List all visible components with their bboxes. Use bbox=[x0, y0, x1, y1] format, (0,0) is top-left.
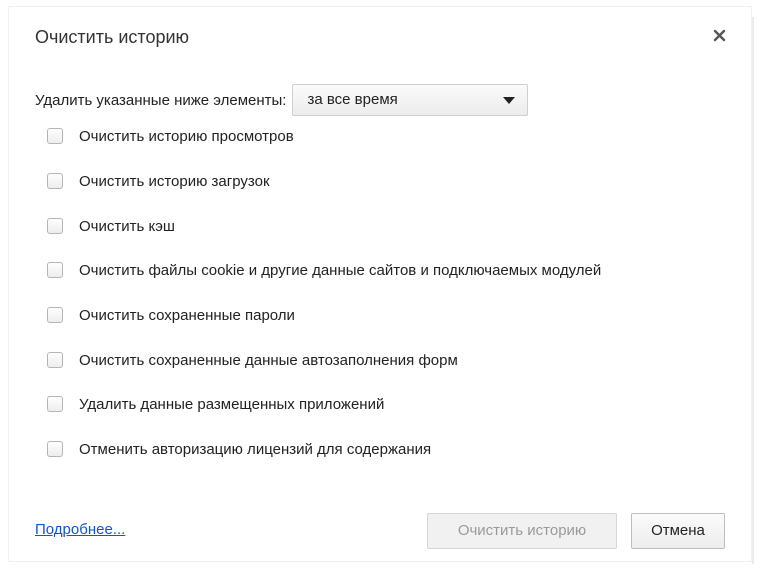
option-passwords[interactable]: Очистить сохраненные пароли bbox=[47, 304, 295, 326]
option-label: Очистить кэш bbox=[79, 217, 175, 235]
option-cache[interactable]: Очистить кэш bbox=[47, 215, 175, 237]
checkbox[interactable] bbox=[47, 173, 63, 189]
close-icon[interactable] bbox=[711, 27, 729, 45]
checkbox[interactable] bbox=[47, 396, 63, 412]
time-range-value: за все время bbox=[307, 91, 398, 108]
checkbox[interactable] bbox=[47, 218, 63, 234]
option-label: Очистить сохраненные пароли bbox=[79, 306, 295, 324]
option-label: Очистить сохраненные данные автозаполнен… bbox=[79, 351, 458, 369]
more-info-link[interactable]: Подробнее... bbox=[35, 521, 125, 538]
checkbox[interactable] bbox=[47, 441, 63, 457]
option-label: Очистить файлы cookie и другие данные са… bbox=[79, 261, 602, 279]
dropdown-arrow-icon bbox=[503, 97, 516, 104]
time-range-label: Удалить указанные ниже элементы: bbox=[35, 91, 287, 109]
clear-history-button[interactable]: Очистить историю bbox=[427, 513, 617, 549]
option-label: Очистить историю просмотров bbox=[79, 127, 294, 145]
checkbox[interactable] bbox=[47, 128, 63, 144]
checkbox[interactable] bbox=[47, 307, 63, 323]
option-autofill[interactable]: Очистить сохраненные данные автозаполнен… bbox=[47, 349, 458, 371]
time-range-row: Удалить указанные ниже элементы: за все … bbox=[35, 83, 529, 117]
checkbox[interactable] bbox=[47, 352, 63, 368]
option-content-licenses[interactable]: Отменить авторизацию лицензий для содерж… bbox=[47, 438, 431, 460]
option-label: Удалить данные размещенных приложений bbox=[79, 395, 385, 413]
time-range-select[interactable]: за все время bbox=[292, 84, 529, 116]
clear-history-dialog: Очистить историю Удалить указанные ниже … bbox=[8, 6, 754, 564]
option-download-history[interactable]: Очистить историю загрузок bbox=[47, 170, 270, 192]
option-cookies[interactable]: Очистить файлы cookie и другие данные са… bbox=[47, 259, 601, 281]
option-label: Очистить историю загрузок bbox=[79, 172, 270, 190]
checkbox[interactable] bbox=[47, 262, 63, 278]
cancel-button[interactable]: Отмена bbox=[631, 513, 725, 549]
option-hosted-apps[interactable]: Удалить данные размещенных приложений bbox=[47, 393, 384, 415]
dialog-title: Очистить историю bbox=[35, 27, 190, 47]
option-browsing-history[interactable]: Очистить историю просмотров bbox=[47, 125, 294, 147]
option-label: Отменить авторизацию лицензий для содерж… bbox=[79, 440, 432, 458]
